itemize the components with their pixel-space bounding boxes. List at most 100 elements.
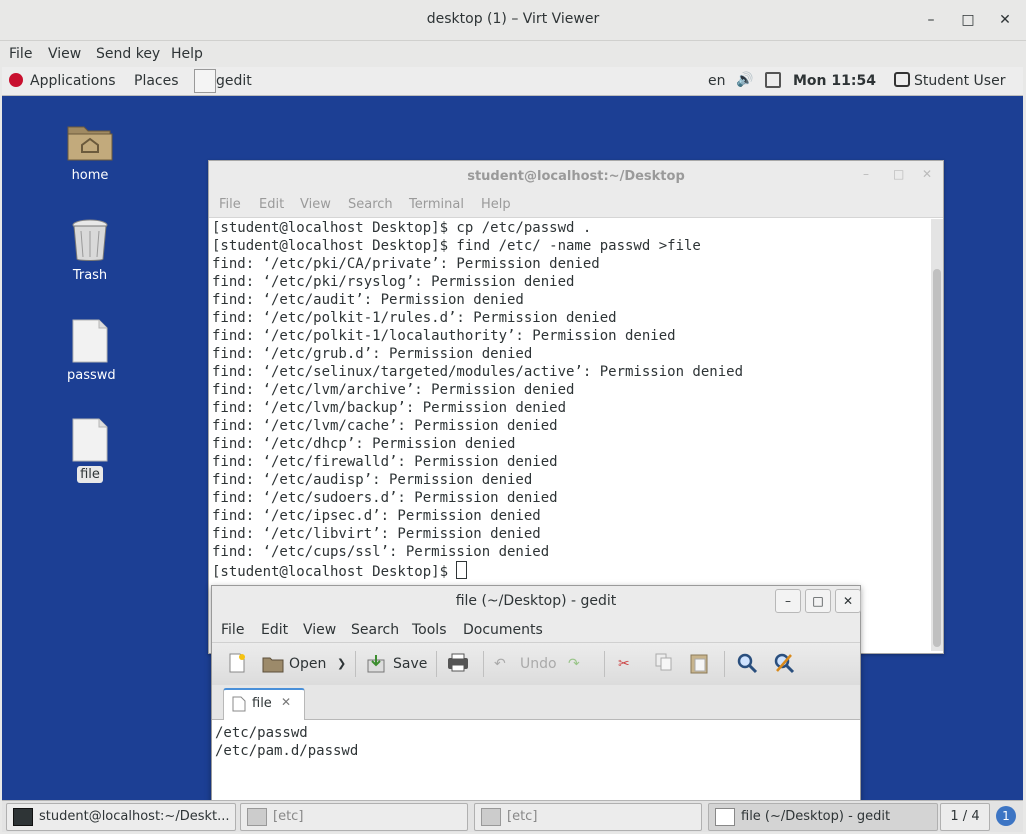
desktop-icon-file[interactable]: file: [64, 418, 116, 483]
user-icon: [894, 72, 910, 87]
gedit-menu-file[interactable]: File: [221, 622, 244, 638]
gedit-text-area[interactable]: /etc/passwd/etc/pam.d/passwd: [215, 724, 358, 760]
gedit-menu-view[interactable]: View: [303, 622, 336, 638]
terminal-line: [student@localhost Desktop]$ cp /etc/pas…: [212, 220, 592, 236]
tab-label: file: [252, 696, 272, 711]
paste-icon: [690, 654, 708, 674]
menu-view[interactable]: View: [48, 46, 81, 62]
gedit-close-button[interactable]: ✕: [835, 589, 861, 613]
gedit-menu-edit[interactable]: Edit: [261, 622, 288, 638]
taskbar-item-etc-1[interactable]: [etc]: [240, 803, 468, 831]
copy-button[interactable]: [654, 652, 674, 676]
close-button[interactable]: ✕: [994, 10, 1016, 30]
terminal-line: find: ‘/etc/ipsec.d’: Permission denied: [212, 508, 541, 524]
terminal-line: find: ‘/etc/sudoers.d’: Permission denie…: [212, 490, 558, 506]
gedit-titlebar[interactable]: file (~/Desktop) - gedit – □ ✕: [212, 586, 861, 616]
new-document-icon: [229, 653, 245, 673]
network-icon[interactable]: [765, 72, 781, 88]
gedit-maximize-button[interactable]: □: [805, 589, 831, 613]
toolbar-separator: [724, 651, 725, 677]
notification-badge[interactable]: 1: [996, 806, 1016, 826]
terminal-menu-edit[interactable]: Edit: [259, 197, 284, 212]
terminal-prompt-line[interactable]: [student@localhost Desktop]$: [212, 561, 927, 581]
terminal-titlebar[interactable]: student@localhost:~/Desktop – □ ✕: [209, 161, 943, 191]
menu-file[interactable]: File: [9, 46, 32, 62]
menu-send-key[interactable]: Send key: [96, 46, 160, 62]
menu-help[interactable]: Help: [171, 46, 203, 62]
taskbar-item-label: [etc]: [507, 809, 538, 824]
gedit-menu-tools[interactable]: Tools: [412, 622, 447, 638]
terminal-menu-view[interactable]: View: [300, 197, 331, 212]
taskbar-item-etc-2[interactable]: [etc]: [474, 803, 702, 831]
viewer-menubar: File View Send key Help: [0, 41, 1026, 67]
cut-button[interactable]: ✂: [618, 652, 630, 676]
desktop-icon-label: home: [71, 168, 109, 183]
active-app-name[interactable]: gedit: [216, 73, 252, 89]
bottom-taskbar: student@localhost:~/Deskt... [etc] [etc]…: [2, 800, 1023, 832]
terminal-menu-help[interactable]: Help: [481, 197, 511, 212]
workspace-switcher[interactable]: 1 / 4: [940, 803, 990, 831]
tab-file[interactable]: file ✕: [223, 688, 305, 720]
terminal-window[interactable]: student@localhost:~/Desktop – □ ✕ File E…: [208, 160, 944, 654]
window-title: desktop (1) – Virt Viewer: [426, 11, 600, 27]
volume-icon[interactable]: 🔊: [736, 72, 753, 88]
terminal-menu-terminal[interactable]: Terminal: [409, 197, 464, 212]
terminal-line: find: ‘/etc/lvm/backup’: Permission deni…: [212, 400, 567, 416]
terminal-menu-file[interactable]: File: [219, 197, 241, 212]
terminal-scrollbar[interactable]: [931, 219, 943, 651]
scrollbar-thumb[interactable]: [933, 269, 941, 647]
chevron-down-icon[interactable]: ❯: [337, 652, 346, 676]
gedit-text-line: /etc/passwd: [215, 725, 308, 741]
toolbar-separator: [436, 651, 437, 677]
terminal-line: find: ‘/etc/audit’: Permission denied: [212, 292, 524, 308]
gnome-top-bar: Applications Places gedit en 🔊 Mon 11:54…: [2, 67, 1023, 96]
save-button[interactable]: Save: [366, 652, 428, 676]
desktop-icon-label: Trash: [72, 268, 108, 283]
terminal-output[interactable]: [student@localhost Desktop]$ cp /etc/pas…: [212, 219, 927, 581]
minimize-button[interactable]: –: [920, 10, 942, 30]
desktop-icon-home[interactable]: home: [64, 119, 116, 184]
find-button[interactable]: [736, 652, 758, 676]
save-icon: [367, 655, 385, 673]
gedit-minimize-button[interactable]: –: [775, 589, 801, 613]
places-menu[interactable]: Places: [134, 73, 179, 89]
gedit-tab-bar: file ✕: [212, 685, 860, 720]
desktop-icon-trash[interactable]: Trash: [64, 217, 116, 284]
close-tab-icon[interactable]: ✕: [281, 695, 291, 709]
new-document-button[interactable]: [226, 652, 248, 676]
language-indicator[interactable]: en: [708, 73, 726, 89]
open-button[interactable]: Open ❯: [262, 652, 352, 676]
workspace-indicator: 1 / 4: [950, 809, 980, 824]
taskbar-item-label: [etc]: [273, 809, 304, 824]
gedit-window[interactable]: file (~/Desktop) - gedit – □ ✕ File Edit…: [211, 585, 861, 805]
paste-button[interactable]: [689, 652, 709, 676]
taskbar-item-label: file (~/Desktop) - gedit: [741, 809, 891, 824]
terminal-line: find: ‘/etc/firewalld’: Permission denie…: [212, 454, 558, 470]
maximize-button[interactable]: □: [957, 10, 979, 30]
terminal-close-button[interactable]: ✕: [922, 167, 932, 181]
taskbar-item-gedit[interactable]: file (~/Desktop) - gedit: [708, 803, 938, 831]
gedit-title: file (~/Desktop) - gedit: [455, 593, 617, 609]
terminal-maximize-button[interactable]: □: [893, 167, 904, 181]
gedit-menubar: File Edit View Search Tools Documents: [212, 616, 860, 642]
applications-menu[interactable]: Applications: [30, 73, 116, 89]
terminal-cursor: [456, 561, 468, 579]
file-manager-icon: [481, 808, 501, 826]
gedit-menu-search[interactable]: Search: [351, 622, 399, 638]
file-icon: [72, 319, 108, 363]
terminal-minimize-button[interactable]: –: [863, 167, 869, 181]
undo-button[interactable]: ↶ Undo: [494, 652, 560, 676]
terminal-menu-search[interactable]: Search: [348, 197, 393, 212]
redo-button[interactable]: ↷: [568, 652, 580, 676]
taskbar-item-terminal[interactable]: student@localhost:~/Deskt...: [6, 803, 236, 831]
gedit-menu-documents[interactable]: Documents: [463, 622, 543, 638]
gedit-app-icon: [194, 69, 216, 93]
open-folder-icon: [262, 657, 284, 673]
print-button[interactable]: [446, 652, 470, 676]
clock[interactable]: Mon 11:54: [793, 73, 876, 89]
redhat-icon: [9, 73, 23, 87]
find-replace-button[interactable]: [773, 652, 795, 676]
desktop-icon-passwd[interactable]: passwd: [64, 319, 116, 384]
user-menu[interactable]: Student User: [914, 73, 1005, 89]
printer-icon: [448, 653, 468, 672]
